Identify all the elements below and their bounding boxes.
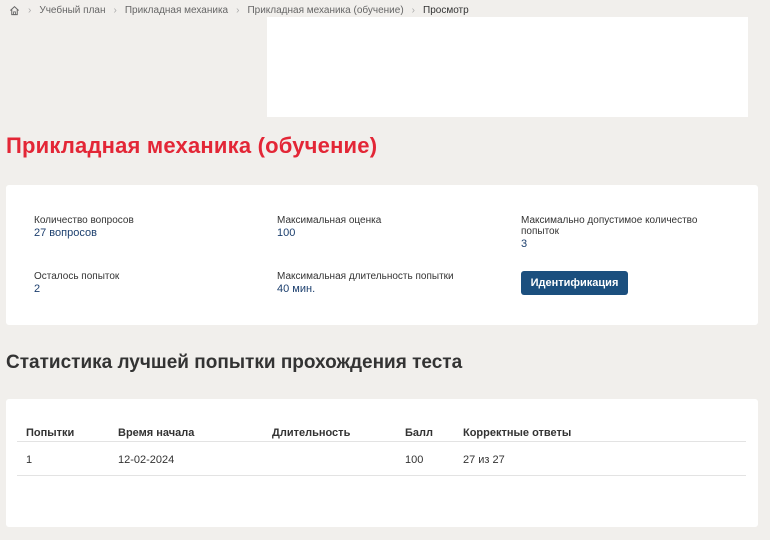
attempts-left-value: 2 [34, 283, 41, 295]
cell-start-time: 12-02-2024 [118, 454, 175, 466]
max-duration-info: Максимальная длительность попытки 40 мин… [277, 271, 454, 296]
home-icon[interactable] [8, 4, 20, 16]
chevron-right-icon: › [236, 4, 240, 16]
chevron-right-icon: › [113, 4, 117, 16]
table-row: 1 12-02-2024 100 27 из 27 [17, 442, 746, 476]
test-info-card: Количество вопросов 27 вопросов Максимал… [6, 185, 758, 325]
banner-placeholder [267, 17, 748, 117]
questions-label: Количество вопросов [34, 215, 134, 226]
stats-card: Попытки Время начала Длительность Балл К… [6, 399, 758, 527]
questions-value: 27 вопросов [34, 227, 97, 239]
max-attempts-value: 3 [521, 238, 528, 250]
chevron-right-icon: › [28, 4, 32, 16]
max-score-info: Максимальная оценка 100 [277, 215, 381, 240]
cell-attempt: 1 [26, 454, 33, 466]
breadcrumb-item-current: Просмотр [423, 4, 469, 16]
page-title: Прикладная механика (обучение) [6, 133, 378, 158]
header-correct-answers: Корректные ответы [463, 427, 572, 439]
stats-table: Попытки Время начала Длительность Балл К… [17, 423, 746, 476]
identification-button[interactable]: Идентификация [521, 271, 628, 295]
stats-section-title: Статистика лучшей попытки прохождения те… [6, 352, 463, 373]
questions-info: Количество вопросов 27 вопросов [34, 215, 134, 240]
table-header-row: Попытки Время начала Длительность Балл К… [17, 423, 746, 442]
max-score-label: Максимальная оценка [277, 215, 382, 226]
cell-score: 100 [405, 454, 424, 466]
header-duration: Длительность [272, 427, 351, 439]
breadcrumb: › Учебный план › Прикладная механика › П… [8, 3, 469, 17]
breadcrumb-item-plan[interactable]: Учебный план [39, 5, 105, 16]
attempts-left-label: Осталось попыток [34, 271, 120, 282]
breadcrumb-item-course[interactable]: Прикладная механика [125, 5, 228, 16]
max-duration-value: 40 мин. [277, 283, 316, 295]
max-attempts-label: Максимально допустимое количество попыто… [521, 215, 698, 237]
max-score-value: 100 [277, 227, 296, 239]
breadcrumb-item-training[interactable]: Прикладная механика (обучение) [247, 5, 403, 16]
header-attempts: Попытки [26, 427, 75, 439]
max-attempts-info: Максимально допустимое количество попыто… [521, 215, 711, 251]
header-score: Балл [405, 427, 433, 439]
chevron-right-icon: › [411, 4, 416, 16]
header-start-time: Время начала [118, 427, 195, 439]
max-duration-label: Максимальная длительность попытки [277, 271, 454, 282]
attempts-left-info: Осталось попыток 2 [34, 271, 119, 296]
cell-correct-answers: 27 из 27 [463, 454, 505, 466]
